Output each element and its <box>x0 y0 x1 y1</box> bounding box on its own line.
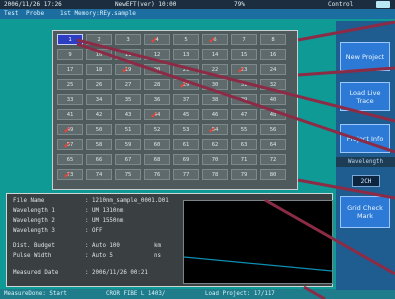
callout-line <box>76 42 395 154</box>
callout-line <box>303 285 326 299</box>
callout-line <box>297 178 395 200</box>
callout-line <box>297 66 395 77</box>
callout-line <box>264 198 395 276</box>
callout-lines <box>76 20 395 299</box>
callout-line <box>297 20 395 42</box>
callout-line <box>76 38 395 123</box>
